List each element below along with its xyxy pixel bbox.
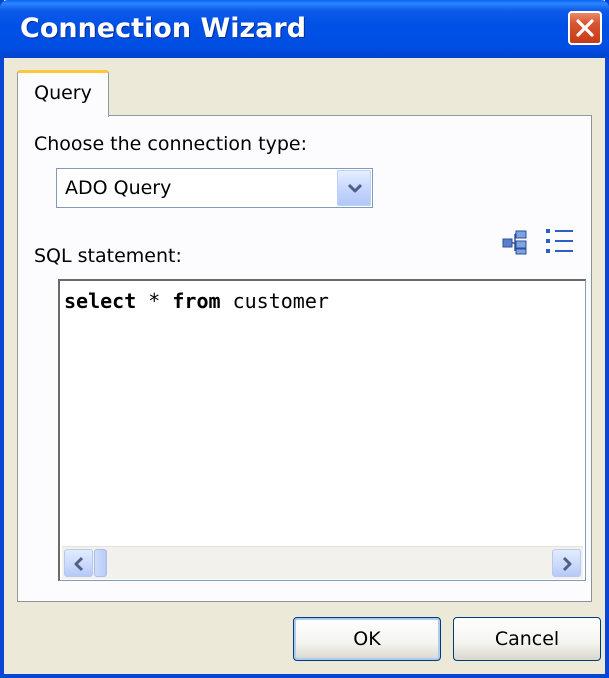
sql-keyword: from [172, 289, 221, 313]
horizontal-scrollbar[interactable] [62, 546, 583, 579]
close-button[interactable] [568, 11, 602, 45]
list-icon[interactable] [545, 227, 575, 255]
sql-keyword: select [64, 289, 137, 313]
scroll-thumb[interactable] [94, 549, 107, 577]
connection-type-select[interactable]: ADO Query [56, 168, 373, 208]
chevron-down-icon [347, 183, 363, 193]
sql-token: customer [220, 289, 329, 313]
sql-statement-text: select * from customer [64, 289, 329, 313]
chevron-left-icon [74, 556, 84, 572]
connection-type-value: ADO Query [65, 177, 172, 199]
query-builder-icon[interactable] [502, 229, 528, 255]
ok-button[interactable]: OK [293, 617, 441, 661]
title-bar[interactable]: Connection Wizard [0, 0, 609, 58]
sql-statement-editor[interactable]: select * from customer [58, 279, 586, 581]
sql-token: * [136, 289, 173, 313]
tab-query-label: Query [34, 82, 92, 104]
close-icon [576, 19, 594, 37]
window-title: Connection Wizard [20, 13, 307, 44]
scroll-left-button[interactable] [64, 549, 93, 577]
connection-type-label: Choose the connection type: [34, 133, 307, 155]
cancel-button[interactable]: Cancel [453, 617, 601, 661]
scroll-right-button[interactable] [552, 549, 581, 577]
chevron-right-icon [562, 556, 572, 572]
tab-query[interactable]: Query [17, 70, 109, 117]
dropdown-button[interactable] [337, 170, 371, 206]
sql-statement-label: SQL statement: [34, 245, 182, 267]
